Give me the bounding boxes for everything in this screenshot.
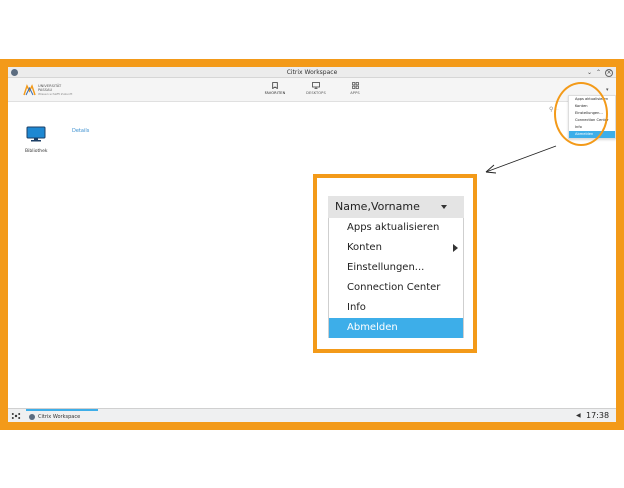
menu-item-apps-aktualisieren[interactable]: Apps aktualisieren (329, 218, 463, 238)
menu-item-connection-center[interactable]: Connection Center (329, 278, 463, 298)
menu-item-info[interactable]: Info (329, 298, 463, 318)
zoomed-menu-callout: Name,Vorname Apps aktualisieren Konten E… (313, 174, 477, 353)
chevron-right-icon (453, 244, 458, 252)
chevron-down-icon (441, 205, 447, 209)
tutorial-screenshot: Citrix Workspace ⌄ ⌃ × UNIVERSITÄT PASSA… (0, 0, 624, 488)
user-menu-button[interactable]: Name,Vorname (328, 196, 464, 218)
username-label: Name,Vorname (335, 200, 420, 213)
menu-item-einstellungen[interactable]: Einstellungen... (329, 258, 463, 278)
menu-item-abmelden[interactable]: Abmelden (329, 318, 463, 338)
menu-item-konten[interactable]: Konten (329, 238, 463, 258)
callout-arrow-icon (485, 145, 557, 174)
menu-item-konten-label: Konten (347, 242, 382, 253)
user-dropdown-menu: Apps aktualisieren Konten Einstellungen.… (328, 218, 464, 338)
